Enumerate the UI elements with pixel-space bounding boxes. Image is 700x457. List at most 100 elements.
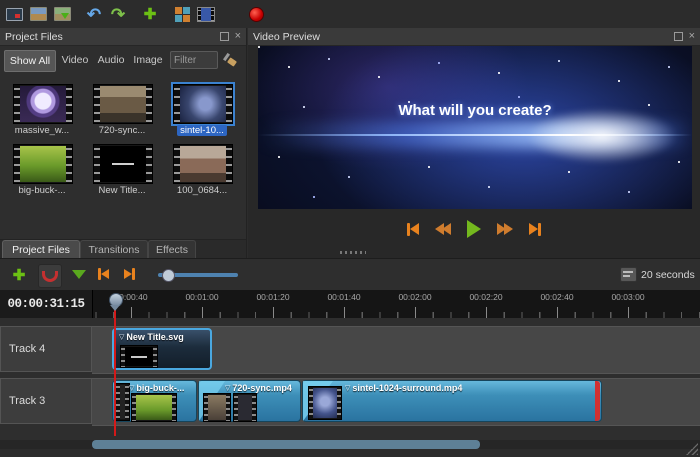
timeline-clip[interactable]: ▽ sintel-1024-surround.mp4 — [302, 380, 602, 422]
next-marker-icon[interactable] — [124, 268, 135, 280]
razor-tool-icon[interactable] — [72, 270, 86, 279]
transport-controls — [248, 216, 700, 242]
ruler-scale[interactable]: 00:00:40 00:01:00 00:01:20 00:01:40 00:0… — [92, 290, 700, 318]
playhead-line[interactable] — [114, 310, 116, 436]
file-thumbnail[interactable] — [93, 84, 153, 124]
file-thumbnail[interactable] — [173, 144, 233, 184]
previous-marker-icon[interactable] — [98, 268, 109, 280]
video-preview-panel: Video Preview × What will you create? — [248, 28, 700, 258]
playhead-time-display: 00:00:31:15 — [0, 290, 93, 318]
filter-row: Show All Video Audio Image — [0, 50, 246, 72]
clip-thumbnail — [115, 383, 130, 421]
clip-name: sintel-1024-surround.mp4 — [352, 383, 462, 393]
play-button[interactable] — [467, 220, 481, 238]
clip-effect-icon[interactable]: ▽ — [129, 384, 134, 392]
file-label[interactable]: sintel-10... — [164, 125, 240, 136]
file-thumbnail[interactable] — [13, 144, 73, 184]
clip-name: 720-sync.mp4 — [232, 383, 292, 393]
timeline-clip[interactable]: ▽ 720-sync.mp4 — [198, 380, 301, 422]
track-name: Track 3 — [9, 395, 45, 407]
jump-end-button[interactable] — [529, 223, 541, 236]
snapping-toggle-icon[interactable] — [38, 264, 62, 288]
clip-effect-icon[interactable]: ▽ — [119, 333, 124, 341]
splitter-handle[interactable] — [340, 251, 366, 254]
clip-thumbnail — [203, 393, 231, 422]
video-canvas[interactable]: What will you create? — [258, 46, 692, 209]
save-project-icon[interactable] — [52, 4, 72, 24]
file-label[interactable]: 100_0684... — [164, 185, 240, 196]
redo-icon[interactable]: ↷ — [108, 4, 128, 24]
timeline-clip[interactable]: ▽ New Title.svg — [112, 328, 212, 370]
filter-image-button[interactable]: Image — [130, 50, 166, 70]
tab-transitions[interactable]: Transitions — [80, 240, 148, 259]
scrollbar-thumb[interactable] — [92, 440, 480, 449]
ruler-mark: 00:01:00 — [177, 292, 227, 302]
file-thumbnail[interactable] — [93, 144, 153, 184]
timeline-ruler[interactable]: 00:00:31:15 00:00:40 00:01:00 00:01:20 0… — [0, 290, 700, 318]
tab-effects[interactable]: Effects — [148, 240, 196, 259]
project-files-panel: Project Files × Show All Video Audio Ima… — [0, 28, 247, 258]
filter-show-all-button[interactable]: Show All — [4, 50, 56, 72]
video-overlay-text: What will you create? — [258, 102, 692, 119]
rewind-button[interactable] — [435, 223, 451, 235]
filter-input[interactable] — [170, 51, 218, 69]
ruler-mark: 00:03:00 — [603, 292, 653, 302]
clip-name: New Title.svg — [126, 332, 183, 342]
timeline-toolbar: ✚ 20 seconds — [0, 258, 700, 291]
add-track-icon[interactable]: ✚ — [8, 264, 30, 286]
clip-thumbnail — [131, 393, 177, 422]
track-name: Track 4 — [9, 343, 45, 355]
jump-start-button[interactable] — [407, 223, 419, 236]
video-preview-titlebar: Video Preview × — [248, 28, 700, 46]
zoom-scale-icon[interactable] — [620, 267, 637, 282]
ruler-mark: 00:01:40 — [319, 292, 369, 302]
undo-icon[interactable]: ↶ — [84, 4, 104, 24]
clear-filter-brush-icon[interactable] — [222, 52, 240, 68]
main-toolbar: ↶ ↷ ✚ — [0, 0, 700, 28]
import-files-icon[interactable]: ✚ — [140, 4, 160, 24]
resize-grip[interactable] — [686, 443, 698, 455]
clip-effect-icon[interactable]: ▽ — [225, 384, 230, 392]
clip-trim-handle[interactable] — [595, 381, 600, 421]
starfield — [258, 46, 260, 48]
clip-effect-icon[interactable]: ▽ — [345, 384, 350, 392]
project-files-titlebar: Project Files × — [0, 28, 246, 46]
file-label[interactable]: massive_w... — [4, 125, 80, 136]
file-thumbnail[interactable] — [13, 84, 73, 124]
playhead-pointer[interactable] — [110, 305, 120, 311]
panel-tab-bar: Project Files Transitions Effects — [0, 239, 246, 259]
clip-name: big-buck-... — [136, 383, 184, 393]
tracks-area: Track 4 Track 3 ▽ New Title.svg ▽ big-bu… — [0, 318, 700, 440]
zoom-slider[interactable] — [158, 273, 238, 277]
ruler-mark: 00:01:20 — [248, 292, 298, 302]
undock-icon[interactable] — [220, 32, 229, 41]
clip-thumbnail — [308, 386, 342, 420]
filter-audio-button[interactable]: Audio — [94, 50, 128, 70]
timeline-clip[interactable]: ▽ big-buck-... — [112, 380, 197, 422]
open-project-icon[interactable] — [28, 4, 48, 24]
zoom-slider-handle[interactable] — [162, 269, 175, 282]
file-label[interactable]: 720-sync... — [84, 125, 160, 136]
track-header: Track 4 — [0, 326, 92, 372]
undock-icon[interactable] — [674, 32, 683, 41]
file-label[interactable]: big-buck-... — [4, 185, 80, 196]
tab-project-files[interactable]: Project Files — [2, 240, 80, 259]
choose-profile-icon[interactable] — [172, 4, 192, 24]
video-preview-title: Video Preview — [253, 31, 320, 43]
file-label[interactable]: New Title... — [84, 185, 160, 196]
close-icon[interactable]: × — [235, 31, 241, 42]
close-icon[interactable]: × — [689, 31, 695, 42]
timeline-scrollbar[interactable] — [0, 440, 700, 449]
ruler-mark: 00:02:00 — [390, 292, 440, 302]
clip-thumbnail — [120, 345, 158, 368]
new-project-icon[interactable] — [4, 4, 24, 24]
openshot-window: ↶ ↷ ✚ Project Files × — [0, 0, 700, 457]
title-editor-icon[interactable] — [196, 4, 216, 24]
file-thumbnail[interactable] — [173, 84, 233, 124]
export-video-icon[interactable] — [246, 4, 266, 24]
zoom-scale-label[interactable]: 20 seconds — [641, 269, 695, 281]
ruler-mark: 00:02:20 — [461, 292, 511, 302]
fast-forward-button[interactable] — [497, 223, 513, 235]
project-files-title: Project Files — [5, 31, 63, 43]
filter-video-button[interactable]: Video — [58, 50, 92, 70]
